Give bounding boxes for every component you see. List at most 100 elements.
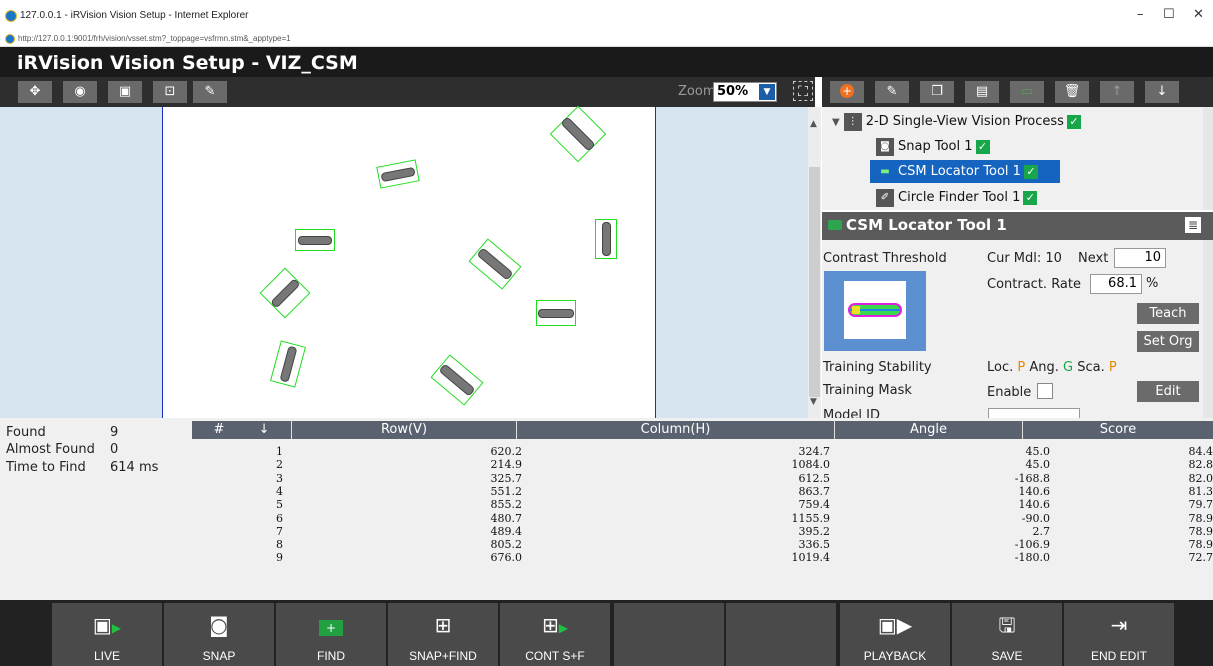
image-canvas[interactable] xyxy=(162,105,656,418)
table-cell: 45.0 xyxy=(1025,445,1051,458)
edit-tool-icon[interactable]: ✎ xyxy=(875,81,909,103)
close-button[interactable]: ✕ xyxy=(1193,7,1204,22)
save-button[interactable]: 🖫 SAVE xyxy=(952,603,1062,666)
playback-button[interactable]: ▣▶ PLAYBACK xyxy=(840,603,950,666)
sca-value: P xyxy=(1108,360,1117,375)
table-cell: 1 xyxy=(276,445,283,458)
tree-item-circle-finder[interactable]: ✐ Circle Finder Tool 1 ✓ xyxy=(876,187,1038,209)
tree-scrollbar[interactable] xyxy=(1203,107,1213,210)
copy-tool-icon[interactable]: ❐ xyxy=(920,81,954,103)
loc-value: P xyxy=(1017,360,1026,375)
window-titlebar: 127.0.0.1 - iRVision Vision Setup - Inte… xyxy=(0,0,1213,32)
address-url[interactable]: http://127.0.0.1:9001/frh/vision/vsset.s… xyxy=(18,34,291,43)
menu-icon[interactable]: ≣ xyxy=(1185,217,1201,233)
snap-button[interactable]: ◙ SNAP xyxy=(164,603,274,666)
table-cell: 7 xyxy=(276,524,283,538)
table-cell: 612.5 xyxy=(798,471,831,485)
move-down-icon[interactable]: ↓ xyxy=(1145,81,1179,103)
col-column-header[interactable]: Column(H) xyxy=(517,421,835,439)
address-bar[interactable]: http://127.0.0.1:9001/frh/vision/vsset.s… xyxy=(0,32,1213,47)
snap-find-button[interactable]: ⊞ SNAP+FIND xyxy=(388,603,498,666)
tree-item-vision-process[interactable]: ▼ ⋮ 2-D Single-View Vision Process ✓ xyxy=(832,111,1081,133)
set-org-button[interactable]: Set Org xyxy=(1137,331,1199,352)
image-toolbar: ✥ ◉ ▣ ⊡ ✎ Zoom 50% ▼ ⛶ xyxy=(0,77,815,107)
end-edit-label: END EDIT xyxy=(1090,649,1147,663)
found-part-box xyxy=(270,340,306,388)
next-input[interactable]: 10 xyxy=(1114,248,1166,268)
delete-tool-icon[interactable]: 🗑 xyxy=(1055,81,1089,103)
sort-down-icon: ↓ xyxy=(258,422,270,437)
results-summary: Found 9 Almost Found 0 Time to Find 614 … xyxy=(0,418,192,600)
snap-label: SNAP xyxy=(202,649,236,663)
cont-sf-button[interactable]: ⊞▶ CONT S+F xyxy=(500,603,610,666)
fit-window-icon[interactable]: ⛶ xyxy=(793,81,813,101)
playback-label: PLAYBACK xyxy=(863,649,927,663)
empty-button-1 xyxy=(614,603,724,666)
image-scrollbar[interactable]: ▲ ▼ xyxy=(808,107,821,418)
end-edit-button[interactable]: ⇥ END EDIT xyxy=(1064,603,1174,666)
save-label: SAVE xyxy=(991,649,1023,663)
save-image-icon[interactable]: ▣ xyxy=(108,81,142,103)
collapse-icon[interactable]: ▼ xyxy=(832,117,840,128)
model-thumbnail[interactable] xyxy=(824,271,926,351)
find-button[interactable]: + FIND xyxy=(276,603,386,666)
paste-tool-icon[interactable]: ▤ xyxy=(965,81,999,103)
zoom-label: Zoom xyxy=(678,84,716,99)
rename-tool-icon[interactable]: ▭ xyxy=(1010,81,1044,103)
snap-find-icon: ⊞ xyxy=(434,613,452,637)
table-cell: 620.2 xyxy=(490,445,523,458)
camera-icon: ◙ xyxy=(209,613,229,637)
results-table xyxy=(192,418,1213,600)
col-score-header[interactable]: Score xyxy=(1023,421,1213,439)
maximize-button[interactable]: ☐ xyxy=(1163,7,1175,22)
table-cell: 805.2 xyxy=(490,538,523,552)
table-cell: 81.3 xyxy=(1188,484,1213,498)
cur-mdl-label: Cur Mdl: 10 xyxy=(987,251,1062,266)
tree-item-csm-locator[interactable]: ▬ CSM Locator Tool 1 ✓ xyxy=(876,161,1038,183)
snap-image-icon[interactable]: ⊡ xyxy=(153,81,187,103)
ang-label: Ang. xyxy=(1029,360,1059,375)
pen-icon[interactable]: ✎ xyxy=(193,81,227,103)
training-mask-label: Training Mask xyxy=(823,383,912,398)
scroll-thumb[interactable] xyxy=(809,167,820,397)
contrast-threshold-label[interactable]: Contrast Threshold xyxy=(823,251,947,266)
edit-mask-button[interactable]: Edit xyxy=(1137,381,1199,402)
check-icon[interactable]: ✓ xyxy=(1023,164,1038,179)
camera-green-icon[interactable]: ◉ xyxy=(63,81,97,103)
model-id-input[interactable] xyxy=(988,408,1080,418)
table-cell: 480.7 xyxy=(490,511,523,525)
ie-page-icon xyxy=(5,34,15,44)
check-icon[interactable]: ✓ xyxy=(975,139,990,154)
found-part-box xyxy=(536,300,576,326)
contract-rate-input[interactable]: 68.1 xyxy=(1090,274,1142,294)
table-cell: 78.9 xyxy=(1188,538,1213,552)
enable-checkbox[interactable] xyxy=(1037,383,1053,399)
col-angle-header[interactable]: Angle xyxy=(835,421,1023,439)
scroll-up-icon[interactable]: ▲ xyxy=(810,119,817,129)
csm-scrollbar[interactable] xyxy=(1203,240,1213,418)
table-cell: 78.9 xyxy=(1188,511,1213,525)
table-cell: 140.6 xyxy=(1018,498,1051,512)
zoom-select[interactable]: 50% ▼ xyxy=(713,82,777,102)
found-part-box xyxy=(430,354,484,406)
tree-item-snap-tool[interactable]: ◙ Snap Tool 1 ✓ xyxy=(876,136,990,158)
move-up-icon[interactable]: ↑ xyxy=(1100,81,1134,103)
add-tool-icon[interactable]: + xyxy=(830,81,864,103)
live-button[interactable]: ▣▶ LIVE xyxy=(52,603,162,666)
loc-label: Loc. xyxy=(987,360,1014,375)
col-row-header[interactable]: Row(V) xyxy=(292,421,517,439)
table-cell: -168.8 xyxy=(1014,471,1050,485)
check-icon[interactable]: ✓ xyxy=(1066,114,1081,129)
table-cell: 336.5 xyxy=(798,538,831,552)
table-cell: 214.9 xyxy=(490,458,523,472)
tree-item-label: CSM Locator Tool 1 xyxy=(898,164,1021,179)
move-icon[interactable]: ✥ xyxy=(18,81,52,103)
check-icon[interactable]: ✓ xyxy=(1023,190,1038,205)
find-label: FIND xyxy=(317,649,345,663)
teach-button[interactable]: Teach xyxy=(1137,303,1199,324)
model-image xyxy=(844,281,906,339)
table-cell: 45.0 xyxy=(1025,458,1051,472)
col-index-header[interactable]: # ↓ xyxy=(192,421,292,439)
minimize-button[interactable]: – xyxy=(1137,7,1144,22)
scroll-down-icon[interactable]: ▼ xyxy=(810,397,817,407)
